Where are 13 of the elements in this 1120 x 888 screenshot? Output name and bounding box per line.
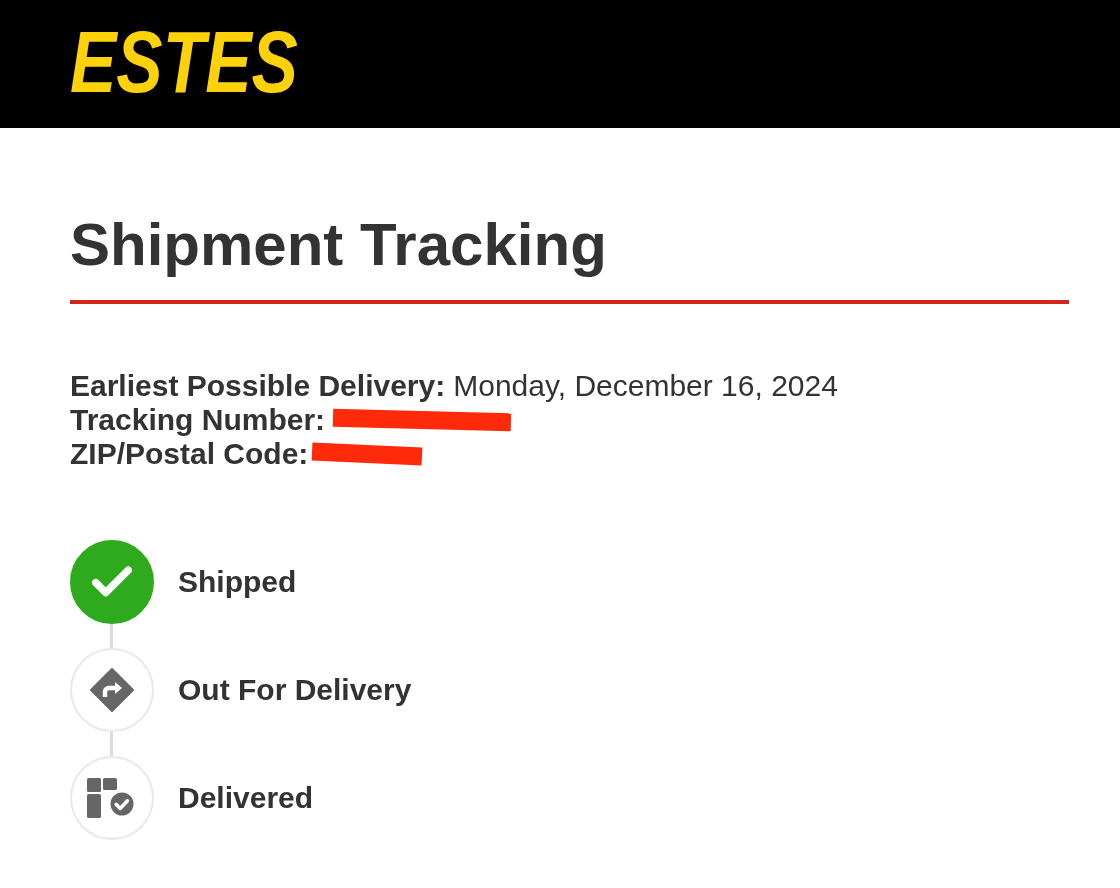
page-title: Shipment Tracking [70,210,607,280]
logo[interactable]: ESTES [70,18,298,106]
turn-arrow-sign-icon [90,668,134,712]
step-label: Delivered [178,781,314,815]
step-label: Out For Delivery [178,673,412,707]
detail-value: Monday, December 16, 2024 [453,369,838,403]
check-icon [92,565,132,599]
step-connector [110,624,113,648]
detail-label: Earliest Possible Delivery: [70,369,446,403]
detail-label: Tracking Number: [70,403,326,437]
step-connector [110,732,113,756]
detail-label: ZIP/Postal Code: [70,437,309,471]
step-label: Shipped [178,565,297,599]
